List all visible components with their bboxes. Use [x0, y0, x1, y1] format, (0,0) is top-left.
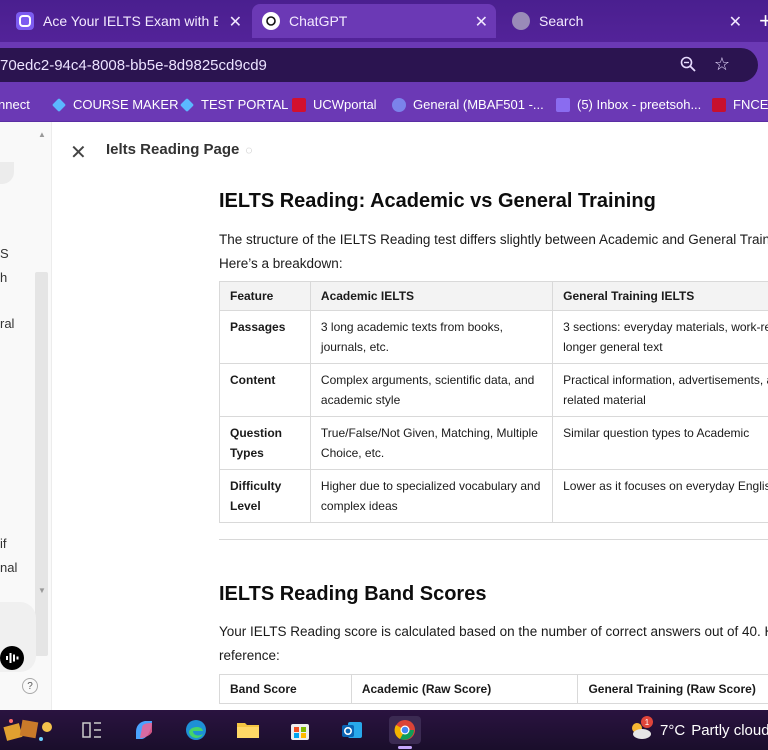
copilot-icon	[16, 12, 34, 30]
store-icon[interactable]	[286, 716, 314, 744]
table-row: Content Complex arguments, scientific da…	[219, 363, 768, 417]
tab-search[interactable]: Search ✕	[500, 4, 750, 38]
section-heading: IELTS Reading Band Scores	[219, 583, 487, 605]
table-row: Question Types True/False/Not Given, Matc…	[219, 416, 768, 470]
close-icon[interactable]: ✕	[229, 12, 242, 32]
section-divider	[219, 539, 768, 540]
mcgraw-icon	[712, 97, 726, 112]
file-explorer-icon[interactable]	[234, 716, 262, 744]
table-header-row: Band Score Academic (Raw Score) General …	[219, 674, 768, 704]
close-icon[interactable]: ✕	[70, 140, 87, 165]
weather-widget[interactable]: 1 7°C Partly cloudy	[628, 716, 768, 740]
bookmark-item[interactable]: UCWportal	[292, 97, 377, 112]
section-heading: IELTS Reading: Academic vs General Train…	[219, 190, 656, 212]
weather-temp: 7°C	[660, 721, 686, 739]
sidebar-card	[0, 162, 14, 184]
chat-sidebar: ▲ S h ral if nal ▼ ?	[0, 122, 52, 710]
task-view-icon[interactable]	[78, 716, 106, 744]
sidebar-item-fragment[interactable]: S	[0, 246, 9, 261]
table-cell: True/False/Not Given, Matching, Multiple…	[309, 416, 554, 470]
openai-icon	[262, 12, 280, 30]
paragraph: The structure of the IELTS Reading test …	[219, 232, 768, 271]
table-header-row: Feature Academic IELTS General Training …	[219, 281, 768, 311]
tab-strip: Ace Your IELTS Exam with Exper ✕ ChatGPT…	[0, 0, 768, 42]
bookmark-item[interactable]: FNCE	[712, 97, 768, 112]
bookmark-star-icon[interactable]: ☆	[714, 54, 730, 75]
table-row: Passages 3 long academic texts from book…	[219, 310, 768, 364]
edge-icon[interactable]	[182, 716, 210, 744]
sidebar-scrollbar[interactable]	[35, 272, 48, 656]
bookmark-item[interactable]: General (MBAF501 -...	[392, 97, 544, 112]
globe-icon	[512, 12, 530, 30]
table-cell: Higher due to specialized vocabulary and…	[309, 469, 554, 523]
table-cell: Complex arguments, scientific data, and a…	[309, 363, 554, 417]
tab-title: Search	[539, 13, 584, 29]
bookmarks-bar: nnect COURSE MAKER TEST PORTAL UCWportal…	[0, 88, 768, 122]
column-header: Academic (Raw Score)	[350, 674, 579, 704]
widgets-icon[interactable]	[0, 716, 60, 744]
weather-badge: 1	[641, 716, 653, 728]
column-header: Academic IELTS	[309, 281, 554, 311]
tab-title: Ace Your IELTS Exam with Exper	[43, 13, 218, 29]
loading-icon: ◌	[245, 143, 253, 157]
sidebar-item-fragment[interactable]: if	[0, 536, 7, 551]
table-cell: Content	[219, 363, 311, 417]
diamond-icon	[180, 97, 194, 112]
column-header: Band Score	[219, 674, 352, 704]
bookmark-item[interactable]: TEST PORTAL	[180, 97, 288, 112]
url-text[interactable]: 70edc2-94c4-8008-bb5e-8d9825cd9cd9	[0, 57, 267, 74]
active-app-indicator	[398, 746, 412, 749]
sidebar-item-fragment[interactable]: h	[0, 270, 7, 285]
mail-icon	[556, 97, 570, 112]
outlook-icon[interactable]	[338, 716, 366, 744]
zoom-icon[interactable]	[680, 56, 696, 77]
help-icon[interactable]: ?	[22, 678, 38, 694]
column-header: General Training IELTS	[552, 281, 768, 311]
close-icon[interactable]: ✕	[729, 12, 742, 32]
table-cell: 3 sections: everyday materials, work-re l…	[552, 310, 768, 364]
bookmark-item[interactable]: (5) Inbox - preetsoh...	[556, 97, 701, 112]
document-title: Ielts Reading Page ◌	[106, 141, 253, 158]
bookmark-item[interactable]: nnect	[0, 97, 30, 112]
teams-icon	[392, 97, 406, 112]
chrome-icon[interactable]	[389, 716, 421, 744]
sidebar-item-fragment[interactable]: ral	[0, 316, 14, 331]
scroll-up-icon[interactable]: ▲	[38, 130, 46, 139]
browser-toolbar: 70edc2-94c4-8008-bb5e-8d9825cd9cd9 ☆	[0, 42, 768, 88]
paragraph: Your IELTS Reading score is calculated b…	[219, 624, 768, 663]
table-cell: Practical information, advertisements, a…	[552, 363, 768, 417]
table-cell: Question Types	[219, 416, 311, 470]
taskbar: 1 7°C Partly cloudy	[0, 710, 768, 750]
voice-mode-icon[interactable]	[0, 646, 24, 670]
table-cell: 3 long academic texts from books, journal…	[309, 310, 554, 364]
new-tab-icon[interactable]: +	[759, 8, 768, 34]
address-bar[interactable]: 70edc2-94c4-8008-bb5e-8d9825cd9cd9 ☆	[0, 48, 758, 82]
weather-desc: Partly cloudy	[691, 721, 768, 739]
diamond-icon	[52, 97, 66, 112]
sidebar-item-fragment[interactable]: nal	[0, 560, 17, 575]
column-header: Feature	[219, 281, 311, 311]
scroll-down-icon[interactable]: ▼	[38, 586, 46, 595]
tab-title: ChatGPT	[289, 13, 348, 29]
table-cell: Passages	[219, 310, 311, 364]
comparison-table: Feature Academic IELTS General Training …	[219, 281, 768, 523]
table-cell: Lower as it focuses on everyday English	[552, 469, 768, 523]
band-score-table: Band Score Academic (Raw Score) General …	[219, 674, 768, 704]
table-cell: Difficulty Level	[219, 469, 311, 523]
column-header: General Training (Raw Score)	[577, 674, 768, 704]
partly-cloudy-icon: 1	[628, 716, 653, 740]
canvas-panel: ✕ Ielts Reading Page ◌ IELTS Reading: Aca…	[52, 122, 768, 710]
tab-ielts[interactable]: Ace Your IELTS Exam with Exper ✕	[0, 4, 250, 38]
tab-chatgpt[interactable]: ChatGPT ✕	[252, 4, 496, 38]
shield-icon	[292, 97, 306, 112]
copilot-icon[interactable]	[130, 716, 158, 744]
table-cell: Similar question types to Academic	[552, 416, 768, 470]
bookmark-item[interactable]: COURSE MAKER	[52, 97, 178, 112]
table-row: Difficulty Level Higher due to specialize…	[219, 469, 768, 523]
close-icon[interactable]: ✕	[475, 12, 488, 32]
